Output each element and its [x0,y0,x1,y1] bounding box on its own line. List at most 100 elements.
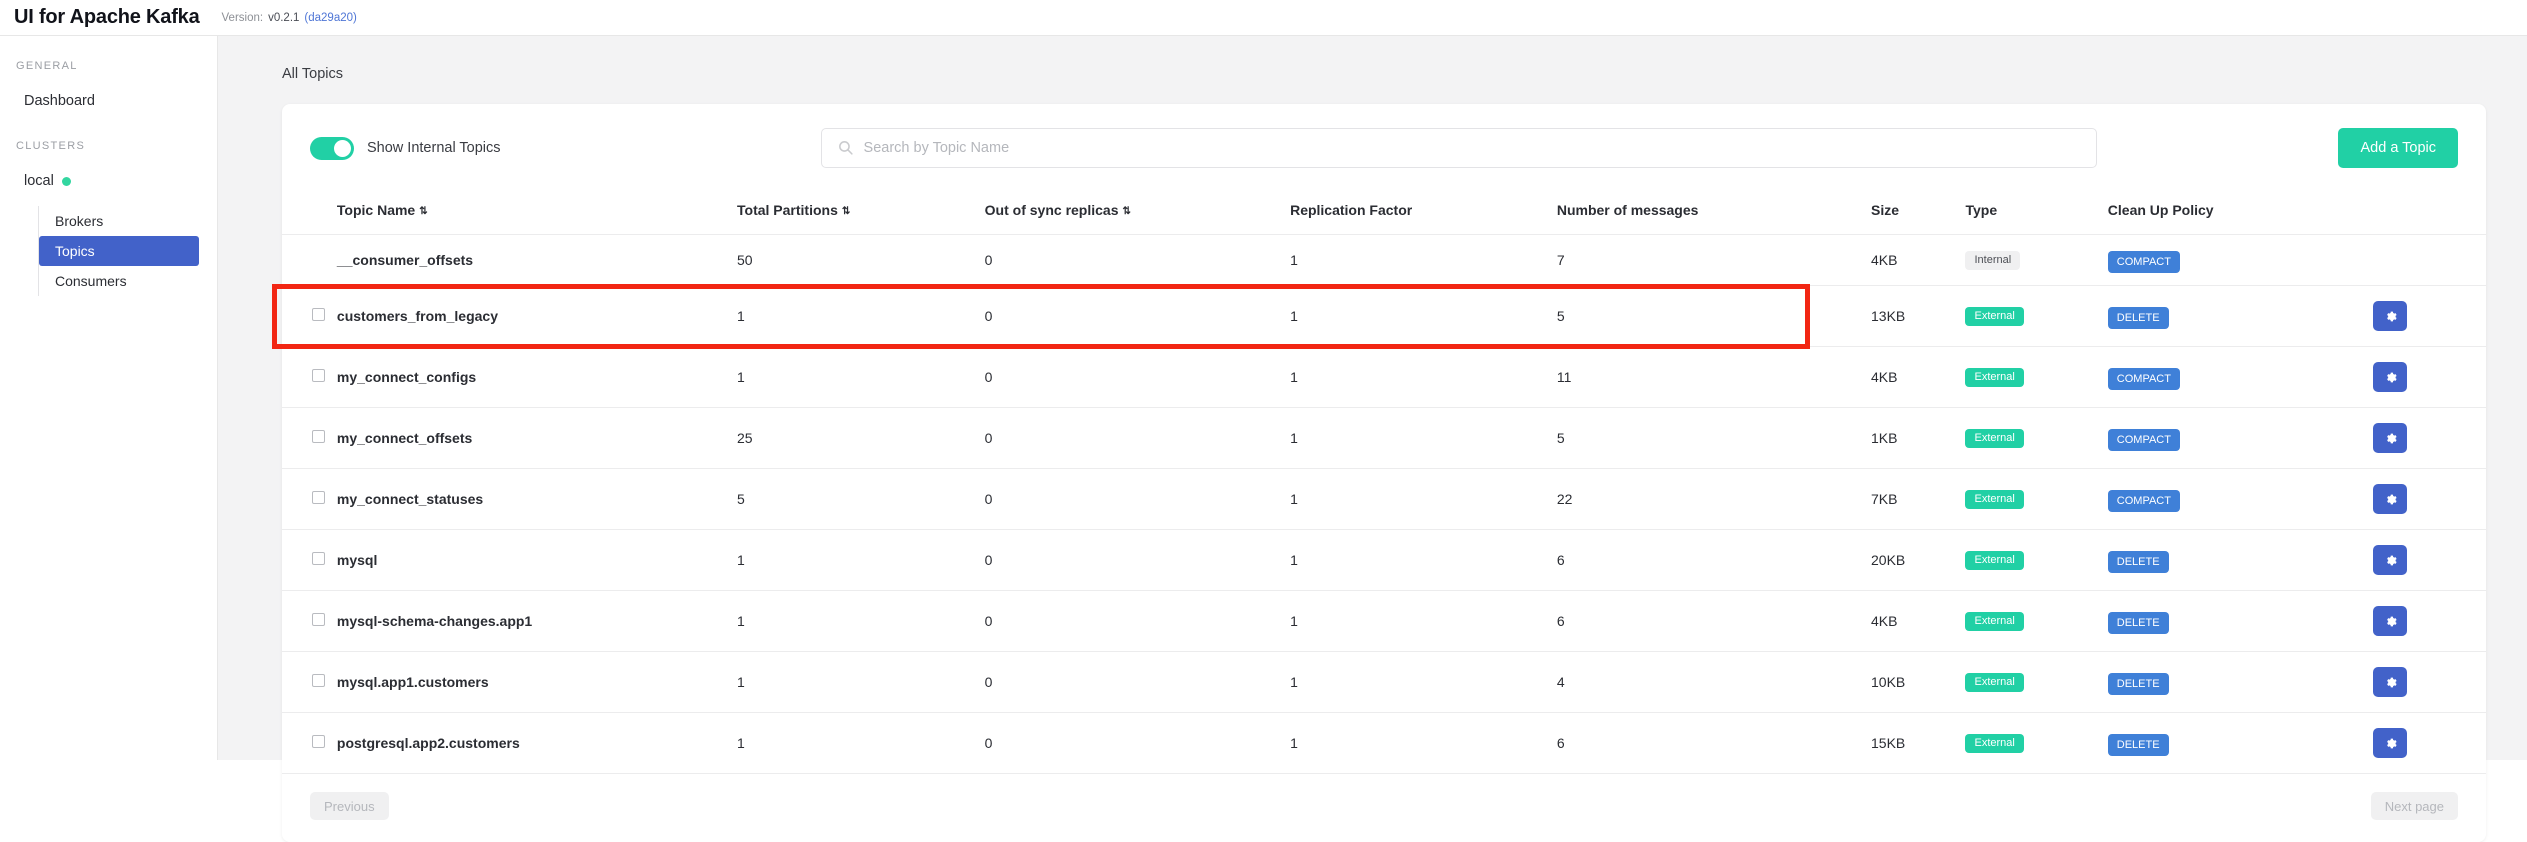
show-internal-topics-toggle[interactable] [310,136,354,160]
table-row[interactable]: __consumer_offsets 50 0 1 7 4KB Internal COMPAC… [282,234,2486,286]
row-checkbox[interactable] [312,613,325,626]
column-out-of-sync-replicas[interactable]: Out of sync replicas ⇅ [984,192,1291,235]
sidebar-item-brokers[interactable]: Brokers [39,206,199,236]
sort-icon[interactable]: ⇅ [842,207,850,217]
table-row[interactable]: my_connect_offsets 25 0 1 5 1KB External COMPAC… [282,407,2486,469]
cell-clean-up-policy: COMPACT [2107,407,2374,469]
cell-number-of-messages: 6 [1556,712,1872,774]
cell-actions[interactable] [2373,468,2486,530]
cleanup-policy-badge: DELETE [2107,307,2169,329]
sidebar: GENERAL Dashboard CLUSTERS local Brokers… [0,36,218,760]
sidebar-item-cluster-local[interactable]: local [0,166,217,196]
cleanup-policy-badge: COMPACT [2107,490,2180,512]
cell-actions[interactable] [2373,712,2486,774]
cell-clean-up-policy: DELETE [2107,651,2374,713]
cell-size: 4KB [1871,346,1966,408]
row-checkbox[interactable] [312,674,325,687]
column-topic-name[interactable]: Topic Name ⇅ [336,192,737,235]
row-checkbox[interactable] [312,369,325,382]
sidebar-item-consumers[interactable]: Consumers [39,266,199,296]
cell-replication-factor: 1 [1290,712,1557,774]
cell-actions[interactable] [2373,234,2486,286]
cell-checkbox[interactable] [282,590,337,652]
cell-topic-name[interactable]: mysql-schema-changes.app1 [336,590,737,652]
sidebar-item-dashboard[interactable]: Dashboard [0,86,217,116]
row-settings-button[interactable] [2373,667,2408,697]
cell-total-partitions: 1 [737,651,985,713]
cell-actions[interactable] [2373,407,2486,469]
row-checkbox[interactable] [312,491,325,504]
row-checkbox[interactable] [312,308,325,321]
column-clean-up-policy-label: Clean Up Policy [2107,202,2214,218]
add-topic-button[interactable]: Add a Topic [2338,128,2458,168]
column-total-partitions[interactable]: Total Partitions ⇅ [737,192,985,235]
cell-size: 4KB [1871,234,1966,286]
cell-size: 10KB [1871,651,1966,713]
table-row[interactable]: mysql-schema-changes.app1 1 0 1 6 4KB External… [282,590,2486,652]
cell-checkbox[interactable] [282,529,337,591]
cell-actions[interactable] [2373,529,2486,591]
row-settings-button[interactable] [2373,301,2408,331]
table-row[interactable]: my_connect_statuses 5 0 1 22 7KB External COMPA… [282,468,2486,530]
sort-icon[interactable]: ⇅ [419,207,427,217]
cell-checkbox[interactable] [282,285,337,347]
cell-checkbox[interactable] [282,712,337,774]
cell-topic-name[interactable]: my_connect_statuses [336,468,737,530]
search-input[interactable] [820,128,2097,168]
sort-icon[interactable]: ⇅ [1123,207,1131,217]
cell-actions[interactable] [2373,285,2486,347]
cell-size: 13KB [1871,285,1966,347]
show-internal-topics-control[interactable]: Show Internal Topics [310,136,501,160]
cell-actions[interactable] [2373,590,2486,652]
row-settings-button[interactable] [2373,728,2408,758]
version-commit-hash[interactable]: (da29a20) [304,12,356,24]
row-settings-button[interactable] [2373,484,2408,514]
row-settings-button[interactable] [2373,606,2408,636]
cell-topic-name[interactable]: postgresql.app2.customers [336,712,737,774]
table-row[interactable]: customers_from_legacy 1 0 1 5 13KB External DEL… [282,285,2486,347]
cell-topic-name[interactable]: __consumer_offsets [336,234,737,286]
cell-checkbox[interactable] [282,407,337,469]
type-badge: External [1965,429,2024,448]
sidebar-item-topics[interactable]: Topics [39,236,199,266]
cleanup-policy-badge: DELETE [2107,551,2169,573]
column-size: Size [1871,192,1966,235]
cell-topic-name[interactable]: mysql [336,529,737,591]
sidebar-heading-clusters: CLUSTERS [16,140,86,152]
type-badge: External [1965,612,2024,631]
table-row[interactable]: my_connect_configs 1 0 1 11 4KB External COMPAC… [282,346,2486,408]
cell-total-partitions: 1 [737,529,985,591]
row-checkbox[interactable] [312,552,325,565]
column-replication-factor: Replication Factor [1290,192,1557,235]
column-out-of-sync-replicas-label: Out of sync replicas [984,202,1119,218]
cell-checkbox[interactable] [282,468,337,530]
cell-checkbox[interactable] [282,651,337,713]
cell-actions[interactable] [2373,651,2486,713]
cell-checkbox[interactable] [282,346,337,408]
main-content: All Topics Show Internal Topics Add a To… [218,36,2527,842]
cell-type: External [1965,407,2108,469]
sidebar-heading-general: GENERAL [16,60,78,72]
cell-out-of-sync-replicas: 0 [984,529,1291,591]
row-settings-button[interactable] [2373,423,2408,453]
cell-topic-name[interactable]: my_connect_offsets [336,407,737,469]
cell-total-partitions: 50 [737,234,985,286]
next-page-button[interactable]: Next page [2370,792,2458,820]
table-row[interactable]: postgresql.app2.customers 1 0 1 6 15KB Externa… [282,712,2486,774]
previous-page-button[interactable]: Previous [310,792,389,820]
table-row[interactable]: mysql.app1.customers 1 0 1 4 10KB External DELE… [282,651,2486,713]
row-settings-button[interactable] [2373,545,2408,575]
row-settings-button[interactable] [2373,362,2408,392]
cell-topic-name[interactable]: mysql.app1.customers [336,651,737,713]
toggle-knob-icon [334,139,351,157]
table-row[interactable]: mysql 1 0 1 6 20KB External DELETE [282,529,2486,591]
row-checkbox[interactable] [312,430,325,443]
cell-topic-name[interactable]: my_connect_configs [336,346,737,408]
cell-out-of-sync-replicas: 0 [984,651,1291,713]
cell-topic-name[interactable]: customers_from_legacy [336,285,737,347]
cell-actions[interactable] [2373,346,2486,408]
cell-type: External [1965,468,2108,530]
type-badge: External [1965,307,2024,326]
cell-checkbox[interactable] [282,234,337,286]
row-checkbox[interactable] [312,735,325,748]
